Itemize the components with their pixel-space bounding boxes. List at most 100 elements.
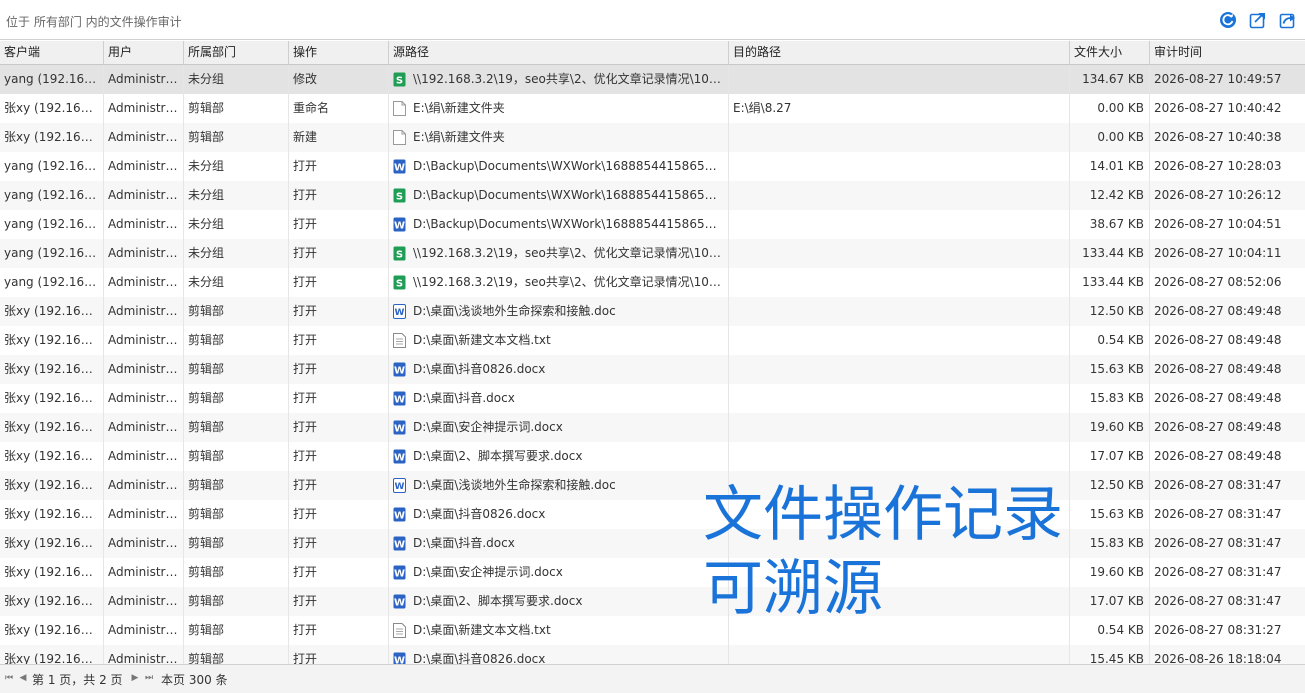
svg-text:W: W bbox=[395, 308, 405, 318]
dest-path-cell bbox=[729, 645, 1070, 664]
word-file-icon: W bbox=[393, 507, 406, 522]
user-cell: Administra… bbox=[104, 94, 184, 123]
user-cell: Administra… bbox=[104, 123, 184, 152]
prev-page-icon[interactable]: ◀ bbox=[18, 672, 28, 684]
svg-text:S: S bbox=[396, 279, 403, 290]
table-row[interactable]: yang (192.168.… Administra… 未分组 打开 \\192.168… bbox=[0, 268, 1305, 297]
client-cell: 张xy (192.168.3… bbox=[0, 94, 104, 123]
table-row[interactable]: 张xy (192.168.3… Administra… 剪辑部 打开 D:\桌面\新建文… bbox=[0, 326, 1305, 355]
column-header-source-path[interactable]: 源路径 bbox=[389, 41, 729, 64]
source-path-cell: D:\桌面\2、脚本撰写要求.docx bbox=[389, 442, 729, 471]
table-row[interactable]: yang (192.168.… Administra… 未分组 打开 \\192.168… bbox=[0, 239, 1305, 268]
doc-file-icon: W bbox=[393, 304, 406, 319]
table-row[interactable]: 张xy (192.168.3… Administra… 剪辑部 打开 D:\桌面\安企神… bbox=[0, 558, 1305, 587]
operation-cell: 新建 bbox=[289, 123, 389, 152]
excel-file-icon: S bbox=[393, 72, 406, 87]
file-size-cell: 15.83 KB bbox=[1070, 384, 1150, 413]
dest-path-cell bbox=[729, 210, 1070, 239]
client-cell: 张xy (192.168.3… bbox=[0, 587, 104, 616]
table-row[interactable]: yang (192.168.… Administra… 未分组 修改 \\192.168… bbox=[0, 65, 1305, 94]
audit-time-cell: 2026-08-27 10:04:51 bbox=[1154, 217, 1282, 231]
dest-path-cell bbox=[729, 587, 1070, 616]
file-size-cell: 133.44 KB bbox=[1070, 239, 1150, 268]
blank-file-icon bbox=[393, 130, 406, 145]
user-cell: Administra… bbox=[104, 587, 184, 616]
table-row[interactable]: 张xy (192.168.3… Administra… 剪辑部 打开 D:\桌面\抖音0… bbox=[0, 500, 1305, 529]
word-file-icon: W bbox=[393, 420, 406, 435]
dest-path-cell: E:\绢\8.27 bbox=[729, 94, 1070, 123]
column-header-client[interactable]: 客户端 bbox=[0, 41, 104, 64]
user-cell: Administra… bbox=[104, 529, 184, 558]
operation-cell: 打开 bbox=[289, 587, 389, 616]
next-page-icon[interactable]: ▶ bbox=[130, 672, 140, 684]
last-page-icon[interactable]: ⏭ bbox=[144, 672, 154, 684]
table-row[interactable]: 张xy (192.168.3… Administra… 剪辑部 打开 D:\桌面\抖音.… bbox=[0, 384, 1305, 413]
table-row[interactable]: 张xy (192.168.3… Administra… 剪辑部 打开 D:\桌面\抖音0… bbox=[0, 355, 1305, 384]
column-header-audit-time[interactable]: 审计时间 bbox=[1150, 41, 1305, 64]
operation-cell: 打开 bbox=[289, 471, 389, 500]
file-size-cell: 0.54 KB bbox=[1070, 616, 1150, 645]
source-path-cell: D:\Backup\Documents\WXWork\1688854415865… bbox=[389, 210, 729, 239]
svg-text:W: W bbox=[394, 453, 405, 464]
table-row[interactable]: 张xy (192.168.3… Administra… 剪辑部 打开 D:\桌面\安企神… bbox=[0, 413, 1305, 442]
dest-path-cell bbox=[729, 152, 1070, 181]
export-icon[interactable] bbox=[1249, 11, 1267, 29]
table-row[interactable]: 张xy (192.168.3… Administra… 剪辑部 打开 D:\桌面\2、脚… bbox=[0, 442, 1305, 471]
source-path-cell: D:\桌面\安企神提示词.docx bbox=[389, 413, 729, 442]
refresh-icon[interactable] bbox=[1219, 11, 1237, 29]
client-cell: yang (192.168.… bbox=[0, 239, 104, 268]
column-header-dest-path[interactable]: 目的路径 bbox=[729, 41, 1070, 64]
table-row[interactable]: yang (192.168.… Administra… 未分组 打开 D:\Backup… bbox=[0, 152, 1305, 181]
dept-cell: 剪辑部 bbox=[184, 616, 289, 645]
column-header-dept[interactable]: 所属部门 bbox=[184, 41, 289, 64]
dest-path-cell bbox=[729, 471, 1070, 500]
table-row[interactable]: yang (192.168.… Administra… 未分组 打开 D:\Backup… bbox=[0, 181, 1305, 210]
table-row[interactable]: 张xy (192.168.3… Administra… 剪辑部 打开 D:\桌面\新建文… bbox=[0, 616, 1305, 645]
user-cell: Administra… bbox=[104, 413, 184, 442]
column-header-file-size[interactable]: 文件大小 bbox=[1070, 41, 1150, 64]
table-row[interactable]: 张xy (192.168.3… Administra… 剪辑部 打开 D:\桌面\抖音.… bbox=[0, 529, 1305, 558]
client-cell: yang (192.168.… bbox=[0, 268, 104, 297]
column-header-user[interactable]: 用户 bbox=[104, 41, 184, 64]
client-cell: yang (192.168.… bbox=[0, 210, 104, 239]
source-path-cell: D:\桌面\新建文本文档.txt bbox=[389, 616, 729, 645]
dept-cell: 剪辑部 bbox=[184, 297, 289, 326]
table-row[interactable]: yang (192.168.… Administra… 未分组 打开 D:\Backup… bbox=[0, 210, 1305, 239]
dest-path-cell bbox=[729, 500, 1070, 529]
user-cell: Administra… bbox=[104, 645, 184, 664]
operation-cell: 打开 bbox=[289, 442, 389, 471]
dest-path-cell bbox=[729, 239, 1070, 268]
table-row[interactable]: 张xy (192.168.3… Administra… 剪辑部 打开 D:\桌面\抖音0… bbox=[0, 645, 1305, 664]
user-cell: Administra… bbox=[104, 326, 184, 355]
table-row[interactable]: 张xy (192.168.3… Administra… 剪辑部 重命名 E:\绢\新建文… bbox=[0, 94, 1305, 123]
source-path-cell: D:\Backup\Documents\WXWork\1688854415865… bbox=[389, 181, 729, 210]
dept-cell: 未分组 bbox=[184, 65, 289, 94]
svg-text:W: W bbox=[394, 656, 405, 665]
audit-time-cell: 2026-08-27 08:49:48 bbox=[1154, 362, 1282, 376]
word-file-icon: W bbox=[393, 594, 406, 609]
page-info: 第 1 页，共 2 页 bbox=[32, 673, 123, 687]
dept-cell: 剪辑部 bbox=[184, 123, 289, 152]
operation-cell: 打开 bbox=[289, 355, 389, 384]
share-icon[interactable] bbox=[1279, 11, 1297, 29]
column-header-operation[interactable]: 操作 bbox=[289, 41, 389, 64]
operation-cell: 重命名 bbox=[289, 94, 389, 123]
table-row[interactable]: 张xy (192.168.3… Administra… 剪辑部 打开 D:\桌面\2、脚… bbox=[0, 587, 1305, 616]
audit-time-cell: 2026-08-27 08:49:48 bbox=[1154, 333, 1282, 347]
operation-cell: 打开 bbox=[289, 645, 389, 664]
first-page-icon[interactable]: ⏮ bbox=[4, 672, 14, 684]
table-row[interactable]: 张xy (192.168.3… Administra… 剪辑部 新建 E:\绢\新建文件… bbox=[0, 123, 1305, 152]
user-cell: Administra… bbox=[104, 616, 184, 645]
table-row[interactable]: 张xy (192.168.3… Administra… 剪辑部 打开 D:\桌面\浅谈地… bbox=[0, 471, 1305, 500]
operation-cell: 打开 bbox=[289, 558, 389, 587]
table-row[interactable]: 张xy (192.168.3… Administra… 剪辑部 打开 D:\桌面\浅谈地… bbox=[0, 297, 1305, 326]
client-cell: 张xy (192.168.3… bbox=[0, 500, 104, 529]
toolbar-icons bbox=[1219, 11, 1297, 29]
user-cell: Administra… bbox=[104, 442, 184, 471]
operation-cell: 打开 bbox=[289, 297, 389, 326]
txt-file-icon bbox=[393, 623, 406, 638]
blank-file-icon bbox=[393, 101, 406, 116]
dept-cell: 剪辑部 bbox=[184, 413, 289, 442]
client-cell: 张xy (192.168.3… bbox=[0, 297, 104, 326]
word-file-icon: W bbox=[393, 652, 406, 664]
